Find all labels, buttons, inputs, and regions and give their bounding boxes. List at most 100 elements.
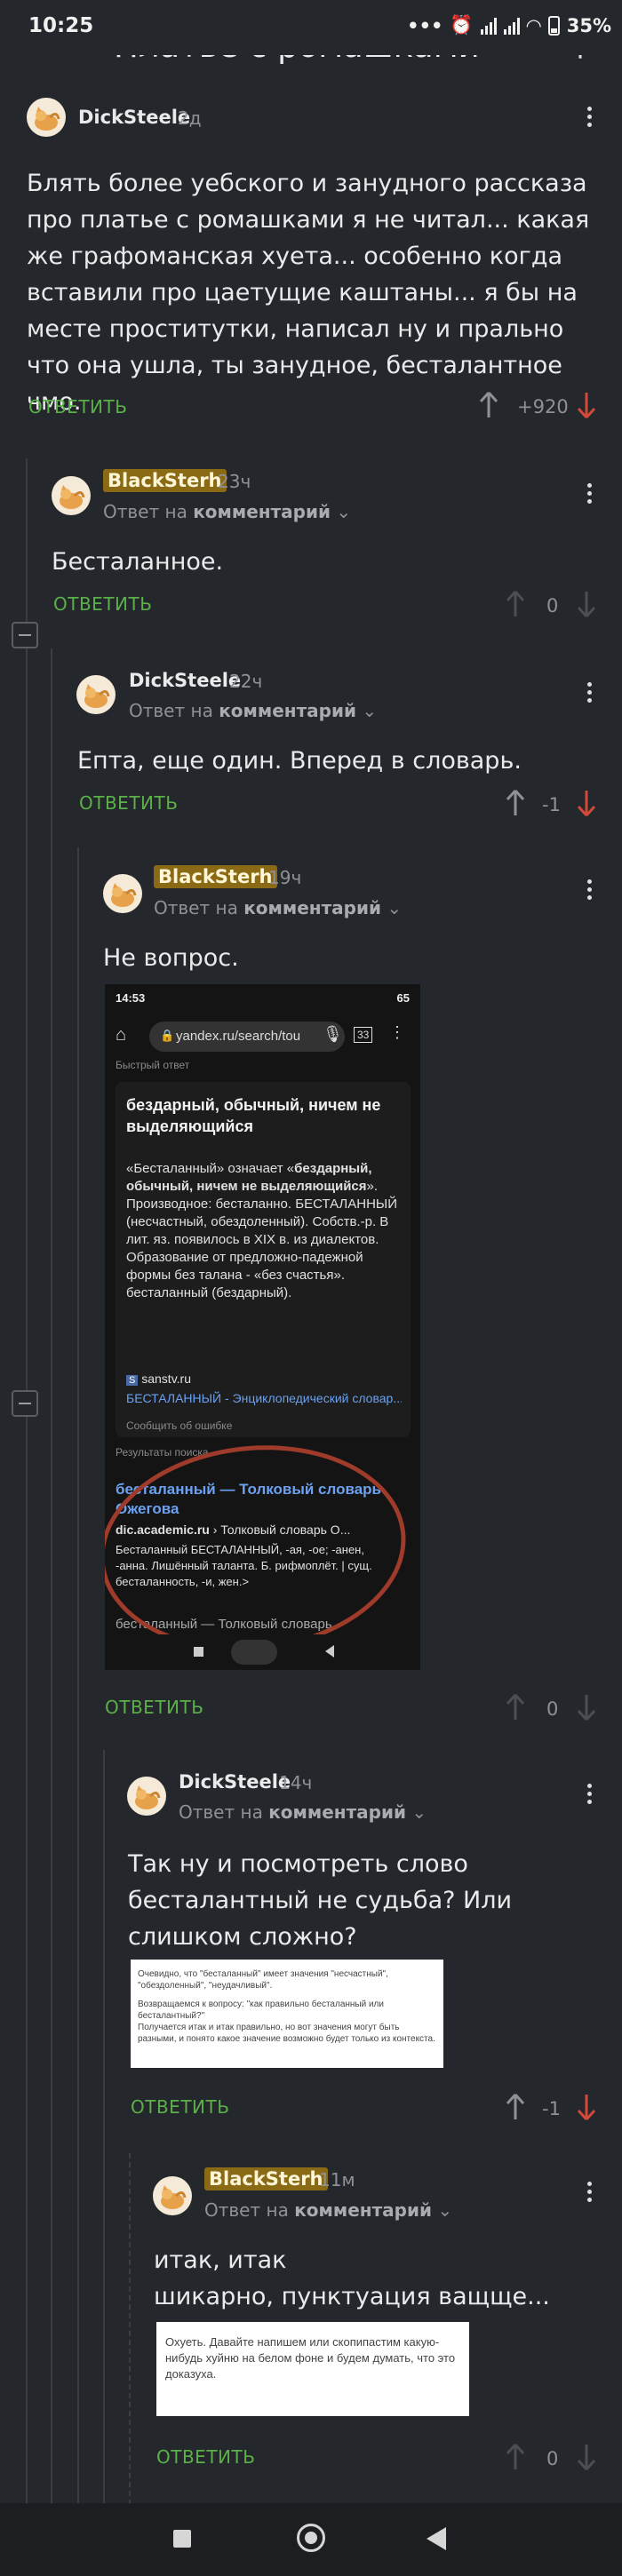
comment-text: Не вопрос.	[103, 944, 239, 972]
reply-to-prefix: Ответ на	[179, 1801, 263, 1823]
home-button-icon[interactable]	[297, 2524, 325, 2552]
reply-to-label[interactable]: Ответ на комментарий ⌄	[103, 501, 351, 522]
comment-age: 22ч	[229, 671, 263, 692]
reply-to-prefix: Ответ на	[129, 700, 213, 721]
comment-age: 14ч	[279, 1772, 313, 1793]
collapse-toggle[interactable]	[12, 622, 38, 648]
attached-screenshot[interactable]: 14:53 65 ⌂ 🔒 yandex.ru/search/tou 🎙 33 ⋮ Б…	[105, 984, 420, 1670]
downvote-icon[interactable]	[576, 789, 597, 817]
reply-to-label[interactable]: Ответ на комментарий ⌄	[154, 897, 402, 918]
embedded-source: S sanstv.ru	[126, 1371, 191, 1386]
chevron-down-icon: ⌄	[387, 897, 403, 918]
reply-button[interactable]: ОТВЕТИТЬ	[28, 396, 127, 417]
status-bar: 10:25 ••• ⏰ ◠ 35%	[0, 0, 622, 55]
chevron-down-icon: ⌄	[336, 501, 352, 522]
chevron-down-icon: ⌄	[362, 700, 378, 721]
comment-age: 11м	[319, 2169, 355, 2190]
embedded-navbar	[105, 1634, 420, 1670]
reply-button[interactable]: ОТВЕТИТЬ	[79, 792, 178, 814]
reply-to-target: комментарий	[268, 1801, 407, 1823]
embedded-time: 14:53	[116, 991, 146, 1005]
reply-to-label[interactable]: Ответ на комментарий ⌄	[179, 1801, 427, 1823]
home-icon: ⌂	[116, 1025, 127, 1045]
reply-to-prefix: Ответ на	[204, 2199, 289, 2221]
downvote-icon[interactable]	[576, 1693, 597, 1721]
comment-menu-icon[interactable]	[585, 107, 594, 130]
comment-menu-icon[interactable]	[585, 682, 594, 705]
upvote-icon[interactable]	[478, 391, 499, 419]
comment-age: 19ч	[268, 867, 302, 888]
embedded-source-link: БЕСТАЛАННЫЙ - Энциклопедический словар..…	[126, 1391, 402, 1405]
username[interactable]: DickSteele	[129, 670, 241, 691]
reply-button[interactable]: ОТВЕТИТЬ	[131, 2096, 229, 2118]
collapse-toggle[interactable]	[12, 1390, 38, 1417]
downvote-icon[interactable]	[576, 590, 597, 618]
comment-text: итак, итак шикарно, пунктуация ващще...	[154, 2242, 598, 2315]
upvote-icon[interactable]	[505, 2443, 526, 2471]
comment-text-line: итак, итак	[154, 2246, 287, 2274]
embedded-back-icon	[325, 1645, 334, 1658]
username[interactable]: DickSteele	[78, 107, 190, 128]
username[interactable]: BlackSterh	[103, 469, 227, 492]
comment-text: Так ну и посмотреть слово бесталантный н…	[128, 1850, 513, 1951]
reply-to-target: комментарий	[243, 897, 382, 918]
username[interactable]: DickSteele	[179, 1771, 291, 1793]
reply-to-prefix: Ответ на	[154, 897, 238, 918]
avatar[interactable]	[127, 1777, 166, 1816]
avatar[interactable]	[103, 874, 142, 913]
username[interactable]: BlackSterh	[204, 2167, 328, 2190]
reply-button[interactable]: ОТВЕТИТЬ	[53, 593, 152, 615]
attached-image[interactable]: Охуеть. Давайте напишем или скопипастим …	[156, 2322, 469, 2416]
signal-2-icon	[503, 17, 520, 35]
avatar[interactable]	[153, 2176, 192, 2215]
embedded-status-bar: 14:53 65	[105, 984, 420, 1009]
comment-menu-icon[interactable]	[585, 483, 594, 506]
reply-button[interactable]: ОТВЕТИТЬ	[156, 2446, 255, 2468]
image-line: Очевидно, что "бесталанный" имеет значен…	[138, 1969, 388, 1991]
status-icons: ••• ⏰ ◠ 35%	[407, 14, 611, 36]
cat-icon	[161, 2185, 187, 2209]
attached-image[interactable]: Очевидно, что "бесталанный" имеет значен…	[131, 1960, 443, 2068]
embedded-home-icon	[231, 1640, 277, 1665]
source-icon: S	[126, 1375, 139, 1386]
wifi-icon: ◠	[526, 14, 541, 36]
vote-count: -1	[542, 794, 561, 815]
upvote-icon[interactable]	[505, 1693, 526, 1721]
status-time: 10:25	[28, 14, 94, 37]
thread-line-3[interactable]	[77, 847, 79, 2503]
mic-icon: 🎙	[323, 1025, 343, 1043]
comment-menu-icon[interactable]	[585, 879, 594, 902]
thread-line-4[interactable]	[103, 1750, 105, 2503]
system-nav-bar	[0, 2503, 622, 2576]
reply-button[interactable]: ОТВЕТИТЬ	[105, 1697, 203, 1718]
username[interactable]: BlackSterh	[154, 865, 277, 888]
embedded-heading: бездарный, обычный, ничем не выделяющийс…	[126, 1096, 381, 1135]
comment-age: 2д	[178, 107, 202, 129]
downvote-icon[interactable]	[576, 2093, 597, 2121]
downvote-icon[interactable]	[576, 391, 597, 419]
upvote-icon[interactable]	[505, 590, 526, 618]
battery-level: 35%	[566, 14, 611, 36]
upvote-icon[interactable]	[505, 2093, 526, 2121]
comment-text: Блять более уебского и занудного рассказ…	[27, 170, 590, 416]
body-part2: ». Производное: бесталанно. БЕСТАЛАННЫЙ …	[126, 1179, 397, 1300]
upvote-icon[interactable]	[505, 789, 526, 817]
vote-count: +920	[517, 396, 569, 417]
avatar[interactable]	[76, 675, 116, 714]
avatar[interactable]	[27, 98, 66, 137]
embedded-square-icon	[194, 1647, 203, 1657]
reply-to-label[interactable]: Ответ на комментарий ⌄	[204, 2199, 452, 2221]
comment-menu-icon[interactable]	[585, 1784, 594, 1807]
recent-apps-icon[interactable]	[173, 2530, 191, 2548]
body-part1: «Бесталанный» означает «	[126, 1161, 295, 1176]
thread-line-1[interactable]	[26, 458, 28, 2503]
thread-line-2[interactable]	[51, 648, 52, 2503]
comment-menu-icon[interactable]	[585, 2182, 594, 2205]
avatar[interactable]	[52, 476, 91, 515]
reply-to-label[interactable]: Ответ на комментарий ⌄	[129, 700, 377, 721]
back-button-icon[interactable]	[427, 2527, 446, 2550]
reply-to-target: комментарий	[294, 2199, 433, 2221]
alarm-icon: ⏰	[450, 14, 474, 36]
thread-line-5[interactable]	[129, 2153, 131, 2503]
downvote-icon[interactable]	[576, 2443, 597, 2471]
